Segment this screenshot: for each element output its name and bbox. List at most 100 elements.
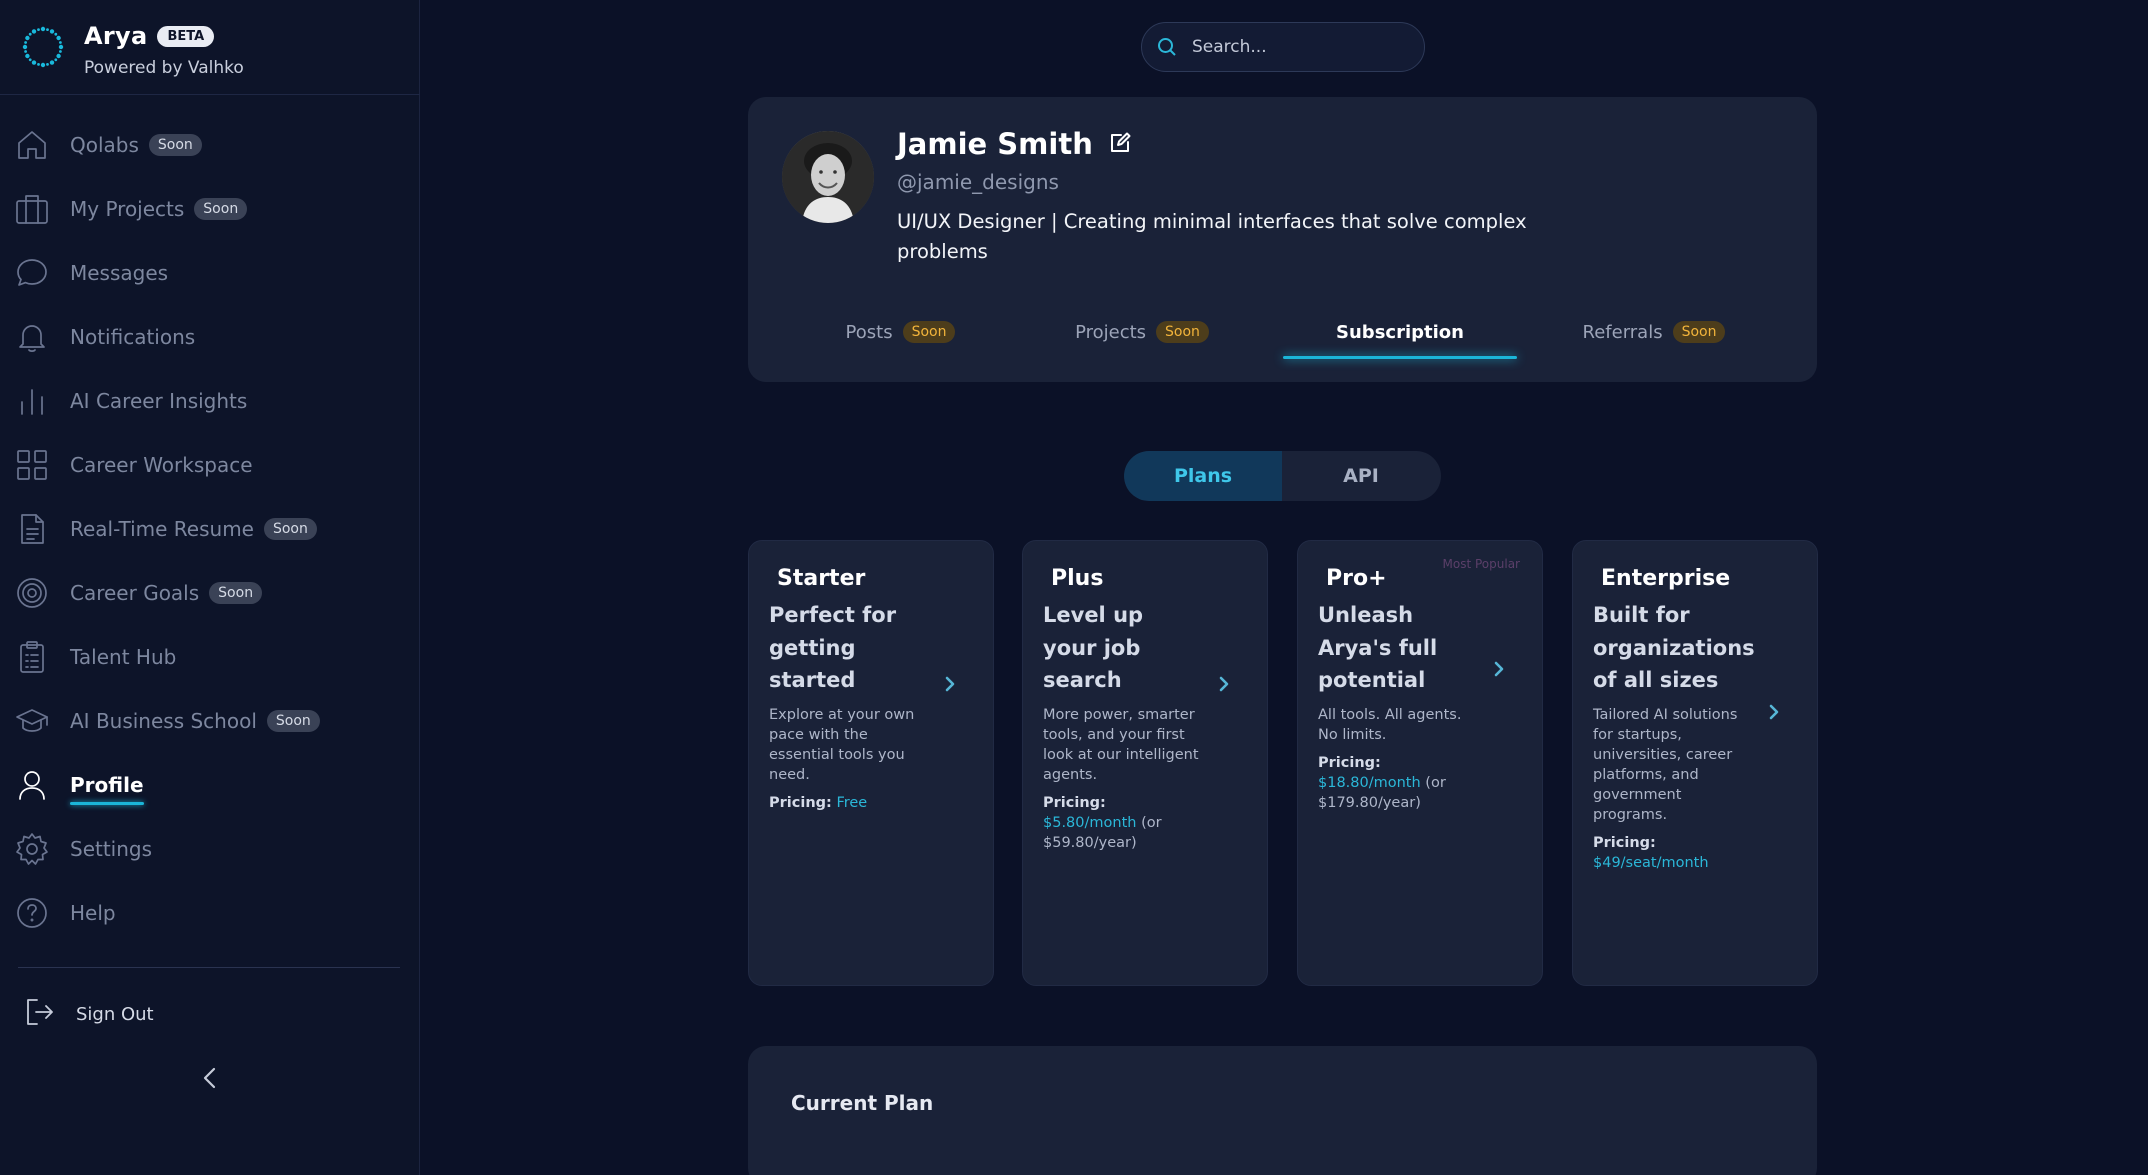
sidebar-item-label: AI Career Insights xyxy=(70,389,248,413)
plan-pricing: Pricing: $49/seat/month xyxy=(1593,833,1763,873)
search-bar[interactable] xyxy=(1141,22,1425,72)
sidebar-item-career-goals[interactable]: Career Goals Soon xyxy=(0,561,420,625)
plan-card-pro-plus[interactable]: Pro+ Most Popular Unleash Arya's full po… xyxy=(1297,540,1543,986)
sidebar-item-my-projects[interactable]: My Projects Soon xyxy=(0,177,420,241)
current-plan-title: Current Plan xyxy=(791,1091,934,1115)
brand[interactable]: Arya BETA Powered by Valhko xyxy=(22,22,244,78)
profile-bio: UI/UX Designer | Creating minimal interf… xyxy=(897,210,1527,263)
plan-arrow-button[interactable] xyxy=(1490,660,1508,678)
sidebar-item-qolabs[interactable]: Qolabs Soon xyxy=(0,113,420,177)
sidebar-nav: Qolabs Soon My Projects Soon Messages No… xyxy=(0,113,420,945)
pricing-label: Pricing: xyxy=(1593,834,1656,851)
plan-description: Tailored AI solutions for startups, univ… xyxy=(1593,706,1738,823)
home-icon xyxy=(14,127,50,163)
collapse-sidebar-button[interactable] xyxy=(196,1064,224,1092)
soon-badge: Soon xyxy=(902,321,956,343)
sidebar: Arya BETA Powered by Valhko Qolabs Soon … xyxy=(0,0,420,1175)
sidebar-item-label: AI Business School xyxy=(70,709,257,733)
soon-badge: Soon xyxy=(1672,321,1726,343)
search-input[interactable] xyxy=(1192,37,1402,57)
brand-subtitle: Powered by Valhko xyxy=(84,58,244,78)
sidebar-bottom-divider xyxy=(18,967,400,968)
plan-name: Plus xyxy=(1051,566,1104,591)
plan-headline: Perfect for getting started xyxy=(769,603,897,692)
sidebar-item-label: Career Workspace xyxy=(70,453,253,477)
edit-icon xyxy=(1110,132,1131,152)
profile-handle: @jamie_designs xyxy=(897,170,1059,194)
edit-profile-button[interactable] xyxy=(1109,132,1133,156)
app-root: Arya BETA Powered by Valhko Qolabs Soon … xyxy=(0,0,2148,1175)
toggle-api[interactable]: API xyxy=(1282,451,1440,501)
sidebar-item-career-workspace[interactable]: Career Workspace xyxy=(0,433,420,497)
sidebar-item-label: Real-Time Resume xyxy=(70,517,254,541)
pricing-label: Pricing: xyxy=(1318,754,1381,771)
chevron-right-icon xyxy=(1769,704,1779,720)
tab-label: Projects xyxy=(1075,321,1147,343)
plan-headline: Built for organizations of all sizes xyxy=(1593,603,1755,692)
plan-name: Enterprise xyxy=(1601,566,1731,591)
plan-headline: Level up your job search xyxy=(1043,603,1144,692)
sidebar-divider xyxy=(0,94,420,95)
current-plan-card: Current Plan xyxy=(748,1046,1817,1175)
soon-badge: Soon xyxy=(148,134,202,156)
plan-arrow-button[interactable] xyxy=(941,675,959,693)
sidebar-item-notifications[interactable]: Notifications xyxy=(0,305,420,369)
chat-bubble-icon xyxy=(14,255,50,291)
tab-label: Subscription xyxy=(1336,321,1464,343)
sidebar-item-ai-career-insights[interactable]: AI Career Insights xyxy=(0,369,420,433)
document-icon xyxy=(14,511,50,547)
chevron-right-icon xyxy=(1219,676,1229,692)
user-icon xyxy=(14,767,50,803)
gear-icon xyxy=(14,831,50,867)
tab-label: Referrals xyxy=(1582,321,1663,343)
sidebar-item-label: Messages xyxy=(70,261,169,285)
sidebar-item-real-time-resume[interactable]: Real-Time Resume Soon xyxy=(0,497,420,561)
tab-referrals[interactable]: Referrals Soon xyxy=(1580,307,1728,357)
chevron-right-icon xyxy=(1494,661,1504,677)
pricing-label: Pricing: xyxy=(1043,794,1106,811)
avatar[interactable] xyxy=(782,131,874,223)
tab-projects[interactable]: Projects Soon xyxy=(1060,307,1224,357)
plan-card-starter[interactable]: Starter Perfect for getting started Expl… xyxy=(748,540,994,986)
grid-icon xyxy=(14,447,50,483)
tab-subscription[interactable]: Subscription xyxy=(1283,307,1517,359)
sidebar-item-settings[interactable]: Settings xyxy=(0,817,420,881)
plan-description: All tools. All agents. No limits. xyxy=(1318,706,1462,743)
plan-price: Free xyxy=(836,794,868,811)
toggle-plans[interactable]: Plans xyxy=(1124,451,1282,501)
sidebar-item-label: Settings xyxy=(70,837,153,861)
profile-tabs: Posts Soon Projects Soon Subscription Re… xyxy=(748,307,1817,359)
tab-label: Posts xyxy=(845,321,893,343)
plan-arrow-button[interactable] xyxy=(1765,703,1783,721)
arya-logo-icon xyxy=(22,26,64,68)
profile-card: Jamie Smith @jamie_designs UI/UX Designe… xyxy=(748,97,1817,382)
sign-out-button[interactable]: Sign Out xyxy=(24,996,154,1032)
pricing-label: Pricing: xyxy=(769,794,832,811)
plan-card-enterprise[interactable]: Enterprise Built for organizations of al… xyxy=(1572,540,1818,986)
plan-price: $49/seat/month xyxy=(1593,854,1709,871)
profile-name: Jamie Smith xyxy=(897,127,1093,161)
sidebar-item-label: Profile xyxy=(70,773,144,805)
plan-card-plus[interactable]: Plus Level up your job search More power… xyxy=(1022,540,1268,986)
plan-name: Starter xyxy=(777,566,866,591)
bar-chart-icon xyxy=(14,383,50,419)
sidebar-item-profile[interactable]: Profile xyxy=(0,753,420,817)
sidebar-item-talent-hub[interactable]: Talent Hub xyxy=(0,625,420,689)
sidebar-item-messages[interactable]: Messages xyxy=(0,241,420,305)
plan-arrow-button[interactable] xyxy=(1215,675,1233,693)
plan-pricing: Pricing: $5.80/month (or $59.80/year) xyxy=(1043,793,1213,853)
target-icon xyxy=(14,575,50,611)
plan-description: More power, smarter tools, and your firs… xyxy=(1043,706,1199,783)
plans-api-toggle: Plans API xyxy=(1124,451,1441,501)
briefcase-icon xyxy=(14,191,50,227)
sidebar-item-ai-business-school[interactable]: AI Business School Soon xyxy=(0,689,420,753)
plan-pricing: Pricing: Free xyxy=(769,793,939,813)
plan-name: Pro+ xyxy=(1326,566,1387,591)
sidebar-item-label: Qolabs xyxy=(70,133,139,157)
plan-price: $5.80/month xyxy=(1043,814,1137,831)
sidebar-item-help[interactable]: Help xyxy=(0,881,420,945)
tab-posts[interactable]: Posts Soon xyxy=(828,307,973,357)
brand-name: Arya xyxy=(84,22,148,50)
plan-description: Explore at your own pace with the essent… xyxy=(769,706,915,783)
soon-badge: Soon xyxy=(209,582,263,604)
